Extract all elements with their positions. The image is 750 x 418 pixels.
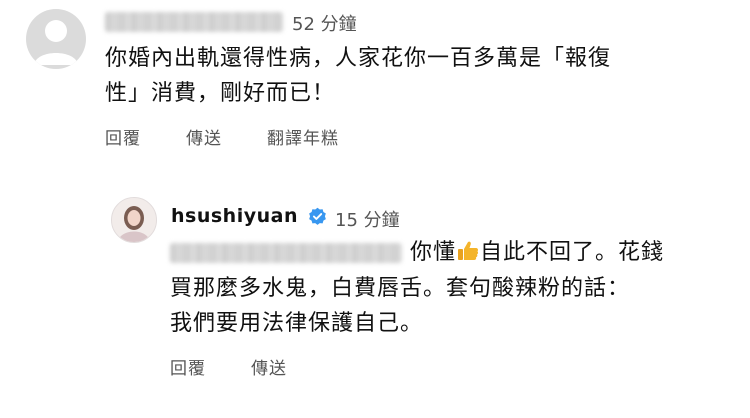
comment-text-line-1: 你婚內出軌還得性病，人家花你一百多萬是「報復	[105, 46, 612, 71]
username-link[interactable]: hsushiyuan	[171, 205, 298, 227]
send-button[interactable]: 傳送	[186, 124, 222, 149]
reply-text-line-2: 買那麼多水鬼，白費唇舌。套句酸辣粉的話：	[170, 276, 631, 301]
send-button-2[interactable]: 傳送	[251, 354, 287, 379]
blurred-username	[105, 12, 283, 32]
blurred-mention	[170, 243, 402, 263]
reply-text-line-3: 我們要用法律保護自己。	[170, 311, 424, 336]
thumbs-up-emoji	[458, 241, 479, 260]
reply-text-line-1: 你懂 自此不回了。花錢	[410, 235, 664, 270]
reply-button-2[interactable]: 回覆	[170, 354, 206, 379]
comment-time: 52 分鐘	[292, 14, 357, 35]
reply-time: 15 分鐘	[335, 210, 400, 231]
reply-text-part-1: 你懂	[410, 240, 457, 265]
reply-button[interactable]: 回覆	[105, 124, 141, 149]
verified-badge-icon	[309, 207, 326, 225]
reply-text-part-2: 自此不回了。花錢	[480, 240, 665, 265]
default-avatar-icon[interactable]	[26, 9, 86, 69]
translate-button[interactable]: 翻譯年糕	[267, 124, 339, 149]
user-avatar[interactable]	[111, 197, 157, 243]
comment-text-line-2: 性」消費，剛好而已！	[105, 81, 336, 106]
